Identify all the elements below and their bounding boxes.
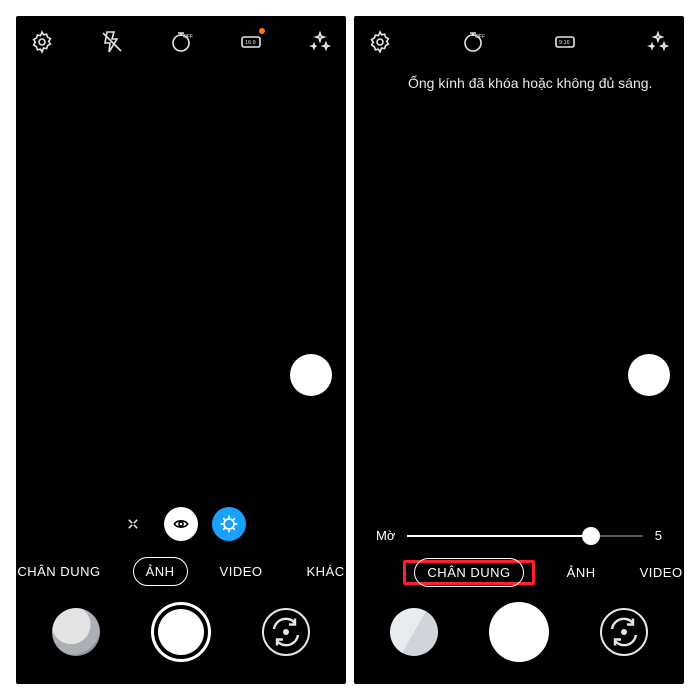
shutter-button[interactable]	[151, 602, 211, 662]
viewfinder[interactable]	[16, 64, 346, 499]
bottom-panel: Mờ 5 CHÂN DUNG ẢNH VIDEO	[354, 520, 684, 684]
switch-camera-button[interactable]	[262, 608, 310, 656]
mode-selector[interactable]: CHÂN DUNG ẢNH VIDEO	[354, 559, 684, 586]
capture-controls	[354, 602, 684, 662]
blur-slider-label: Mờ	[376, 528, 395, 543]
mode-video[interactable]: VIDEO	[628, 559, 684, 586]
blur-slider-value: 5	[655, 528, 662, 543]
timer-off-icon[interactable]: OFF	[169, 30, 193, 54]
floating-shutter-button[interactable]	[628, 354, 670, 396]
settings-icon[interactable]	[30, 30, 54, 54]
bixby-vision-icon[interactable]	[164, 507, 198, 541]
lens-warning-message: Ống kính đã khóa hoặc không đủ sáng.	[408, 74, 664, 94]
svg-text:OFF: OFF	[475, 34, 485, 40]
svg-text:9:16: 9:16	[559, 40, 570, 46]
slider-knob[interactable]	[582, 527, 600, 545]
viewfinder[interactable]: Ống kính đã khóa hoặc không đủ sáng.	[354, 64, 684, 520]
camera-screen-portrait-mode: OFF 9:16 Ống kính đã khóa hoặc không đủ …	[354, 16, 684, 684]
slider-fill	[407, 535, 591, 537]
mode-photo[interactable]: ẢNH	[555, 559, 608, 586]
mode-video[interactable]: VIDEO	[208, 558, 275, 585]
mode-portrait-selected[interactable]: CHÂN DUNG	[414, 558, 523, 587]
capture-controls	[16, 602, 346, 662]
ar-sticker-icon[interactable]	[212, 507, 246, 541]
filters-icon[interactable]	[308, 30, 332, 54]
filters-icon[interactable]	[646, 30, 670, 54]
aspect-ratio-9-16-icon[interactable]: 9:16	[553, 30, 577, 54]
timer-off-icon[interactable]: OFF	[461, 30, 485, 54]
shutter-button[interactable]	[489, 602, 549, 662]
camera-screen-photo-mode: OFF 16:9	[16, 16, 346, 684]
scene-optimizer-icon[interactable]	[116, 507, 150, 541]
mode-portrait[interactable]: CHÂN DUNG	[16, 558, 113, 585]
mode-photo-selected[interactable]: ẢNH	[133, 557, 188, 586]
settings-icon[interactable]	[368, 30, 392, 54]
gallery-thumbnail[interactable]	[390, 608, 438, 656]
aspect-ratio-16-9-icon[interactable]: 16:9	[239, 30, 263, 54]
flash-off-icon[interactable]	[100, 30, 124, 54]
floating-shutter-button[interactable]	[290, 354, 332, 396]
tutorial-highlight: CHÂN DUNG	[403, 560, 534, 585]
indicator-dot	[259, 28, 265, 34]
top-toolbar: OFF 9:16	[354, 16, 684, 64]
gallery-thumbnail[interactable]	[52, 608, 100, 656]
svg-text:16:9: 16:9	[245, 40, 256, 46]
comparison-wrapper: OFF 16:9	[0, 0, 700, 700]
mode-other[interactable]: KHÁC	[295, 558, 346, 585]
bottom-panel: CHÂN DUNG ẢNH VIDEO KHÁC	[16, 499, 346, 684]
effect-chips-row	[16, 507, 346, 541]
mode-selector[interactable]: CHÂN DUNG ẢNH VIDEO KHÁC	[16, 557, 346, 586]
blur-slider[interactable]: Mờ 5	[354, 528, 684, 543]
switch-camera-button[interactable]	[600, 608, 648, 656]
top-toolbar: OFF 16:9	[16, 16, 346, 64]
svg-text:OFF: OFF	[183, 34, 193, 40]
slider-track[interactable]	[407, 535, 642, 537]
